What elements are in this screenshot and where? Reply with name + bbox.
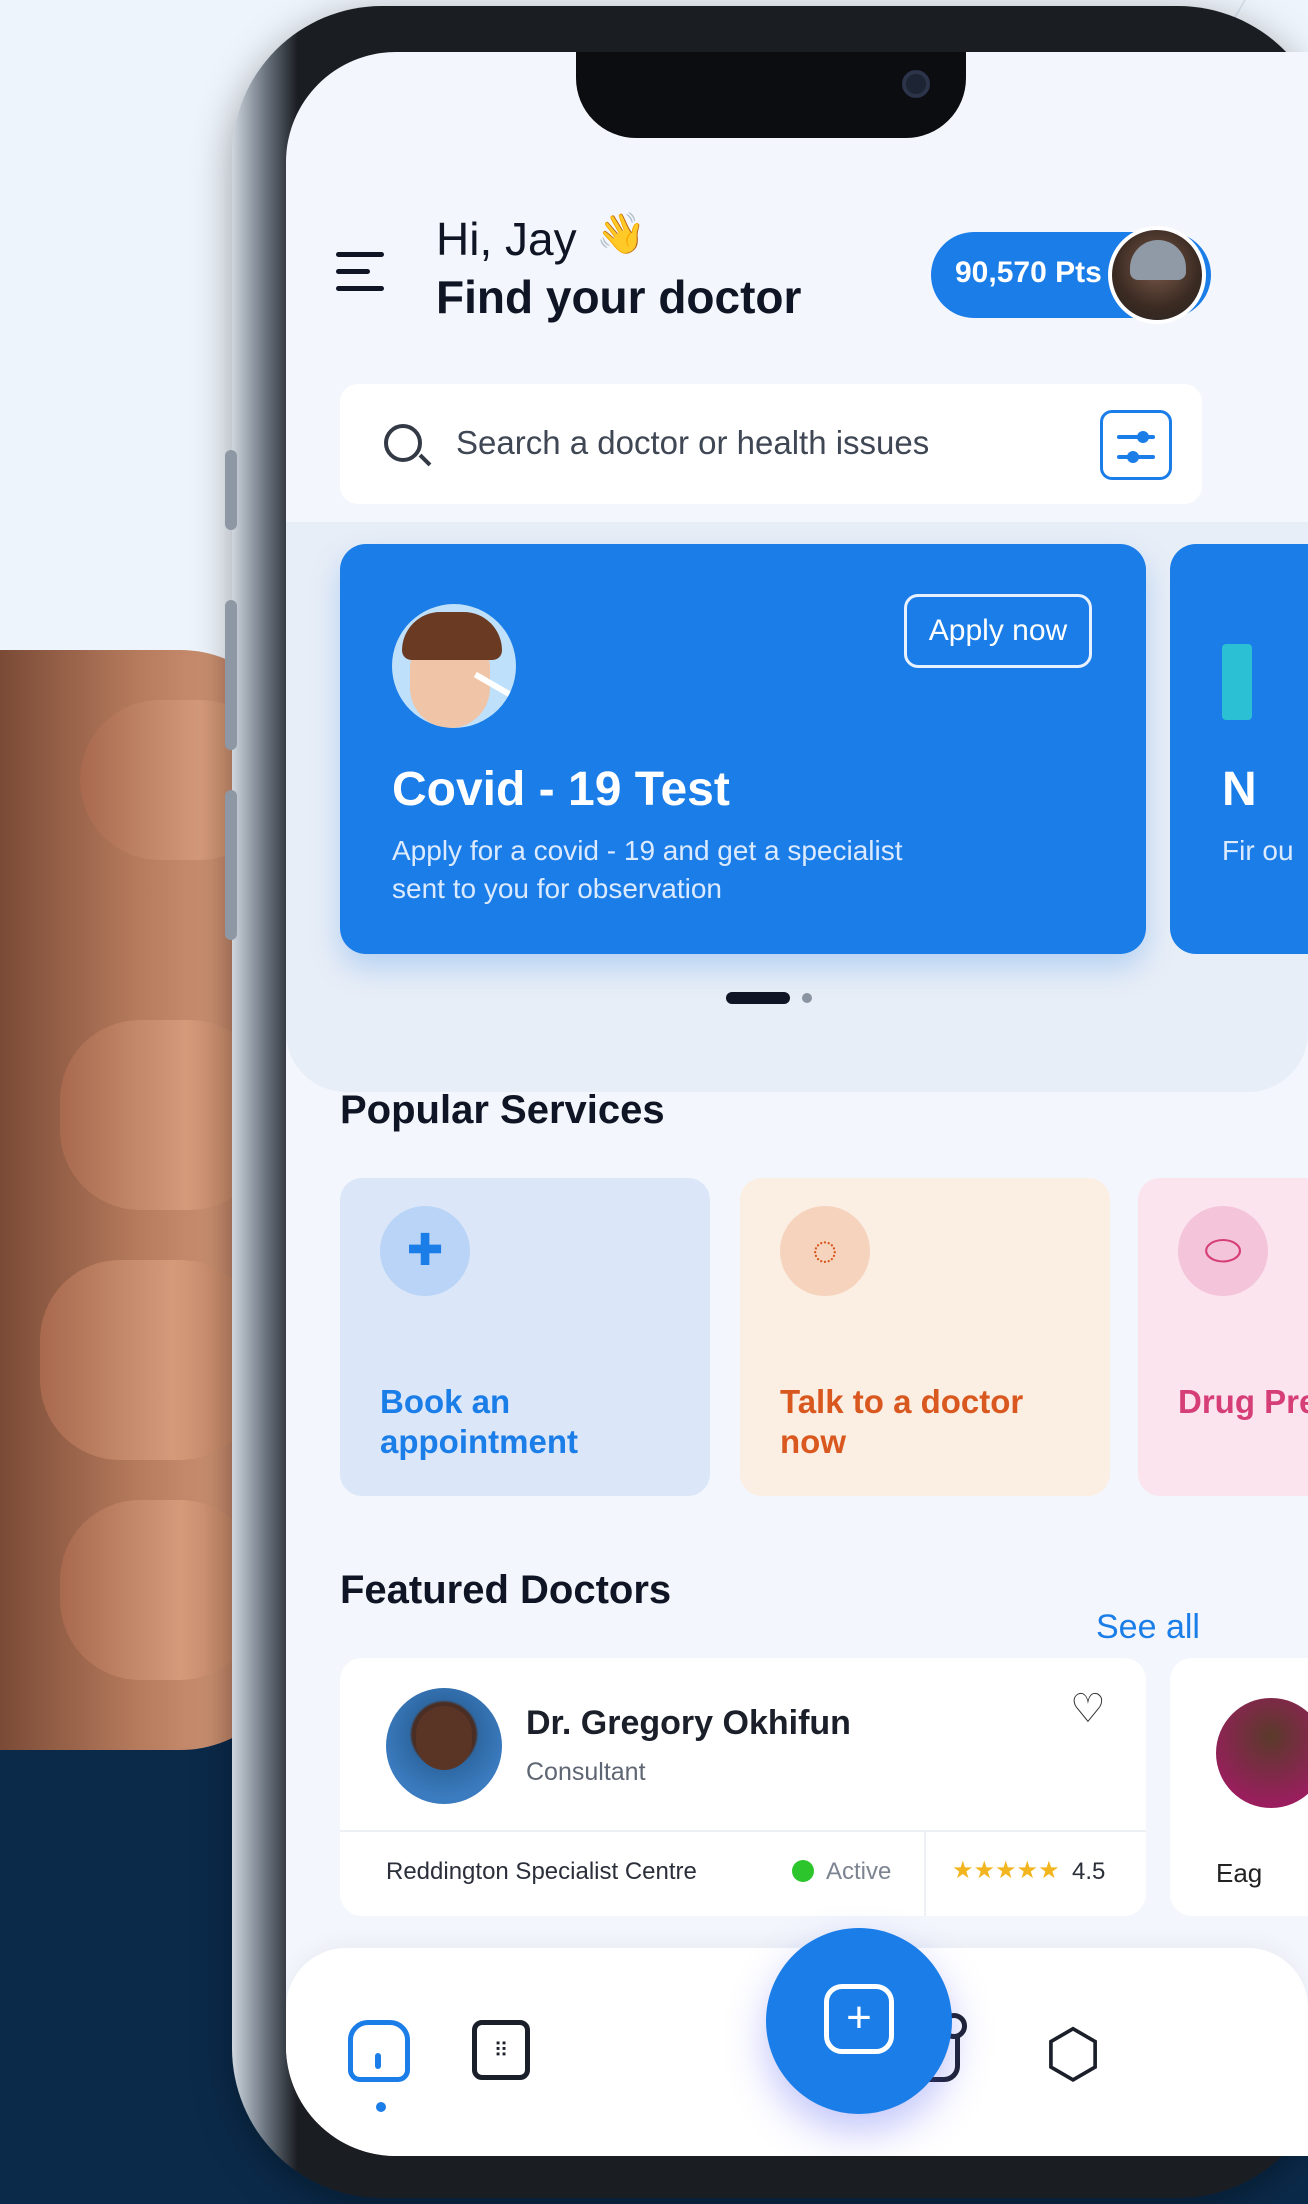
finger-image	[40, 1260, 260, 1460]
carousel-dot-active[interactable]	[726, 992, 790, 1004]
covid-test-illustration	[392, 604, 516, 728]
filter-icon[interactable]	[1100, 410, 1172, 480]
nav-home[interactable]	[348, 2020, 418, 2112]
doctor-avatar	[386, 1688, 502, 1804]
doctor-name: Dr. Gregory Okhifun	[526, 1704, 851, 1742]
settings-icon: ⬡	[1044, 2016, 1102, 2090]
divider	[340, 1830, 1146, 1832]
add-icon: +	[824, 1984, 894, 2054]
camera-icon	[902, 70, 930, 98]
promo-description: Fir ou	[1222, 835, 1294, 866]
service-label: Book an appointment	[380, 1383, 578, 1460]
add-button[interactable]: +	[766, 1928, 952, 2114]
promo-description: Apply for a covid - 19 and get a special…	[392, 835, 903, 904]
search-icon	[384, 424, 422, 462]
app-screen: Hi, Jay 👋 Find your doctor 90,570 Pts Se…	[286, 52, 1308, 2156]
status-dot	[792, 1860, 814, 1882]
promo-title: Covid - 19 Test	[392, 763, 730, 816]
chat-bubble-icon: ◌	[780, 1206, 870, 1296]
phone-button	[225, 450, 237, 530]
star-rating-icon: ★★★★★	[952, 1857, 1060, 1884]
doctor-avatar	[1216, 1698, 1308, 1808]
avatar[interactable]	[1108, 226, 1206, 324]
wave-icon: 👋	[596, 212, 646, 256]
service-talk-to-doctor[interactable]: ◌ Talk to a doctor now	[740, 1178, 1110, 1496]
section-title: Popular Services	[340, 1088, 665, 1132]
finger-image	[60, 1500, 260, 1680]
pill-icon: ⬭	[1178, 1206, 1268, 1296]
calendar-icon: ⠿	[472, 2020, 530, 2080]
doctor-card-next[interactable]: Eag	[1170, 1658, 1308, 1916]
section-title: Featured Doctors	[340, 1568, 672, 1612]
cross-icon: ✚	[380, 1206, 470, 1296]
rating-value: 4.5	[1072, 1858, 1106, 1885]
divider	[924, 1832, 926, 1916]
promo-illustration	[1222, 644, 1252, 720]
service-book-appointment[interactable]: ✚ Book an appointment	[340, 1178, 710, 1496]
service-label: Drug Pres	[1178, 1383, 1308, 1420]
service-label: Talk to a doctor now	[780, 1383, 1024, 1460]
active-indicator	[376, 2102, 386, 2112]
heart-icon[interactable]: ♡	[1070, 1686, 1106, 1732]
home-icon	[348, 2020, 410, 2082]
doctor-centre: Reddington Specialist Centre	[386, 1858, 697, 1885]
greeting-text: Hi, Jay	[436, 213, 577, 265]
page-title: Find your doctor	[436, 271, 802, 323]
doctor-role: Consultant	[526, 1758, 646, 1786]
promo-card[interactable]: Apply now Covid - 19 Test Apply for a co…	[340, 544, 1146, 954]
notch	[576, 52, 966, 138]
phone-button	[225, 600, 237, 750]
carousel-dot[interactable]	[802, 993, 812, 1003]
nav-settings[interactable]: ⬡	[1038, 2020, 1108, 2090]
promo-card-next[interactable]: N Fir ou	[1170, 544, 1308, 954]
phone-button	[225, 790, 237, 940]
service-drug-prescription[interactable]: ⬭ Drug Pres	[1138, 1178, 1308, 1496]
apply-now-button[interactable]: Apply now	[904, 594, 1092, 668]
promo-title: N	[1222, 763, 1257, 816]
search-bar[interactable]: Search a doctor or health issues	[340, 384, 1202, 504]
menu-icon[interactable]	[336, 252, 388, 296]
nav-calendar[interactable]: ⠿	[472, 2020, 542, 2090]
see-all-link[interactable]: See all	[1096, 1608, 1200, 1647]
search-input[interactable]: Search a doctor or health issues	[456, 424, 929, 462]
doctor-card[interactable]: Dr. Gregory Okhifun Consultant ♡ Redding…	[340, 1658, 1146, 1916]
status-badge: Active	[826, 1858, 892, 1885]
doctor-centre: Eag	[1216, 1858, 1263, 1888]
